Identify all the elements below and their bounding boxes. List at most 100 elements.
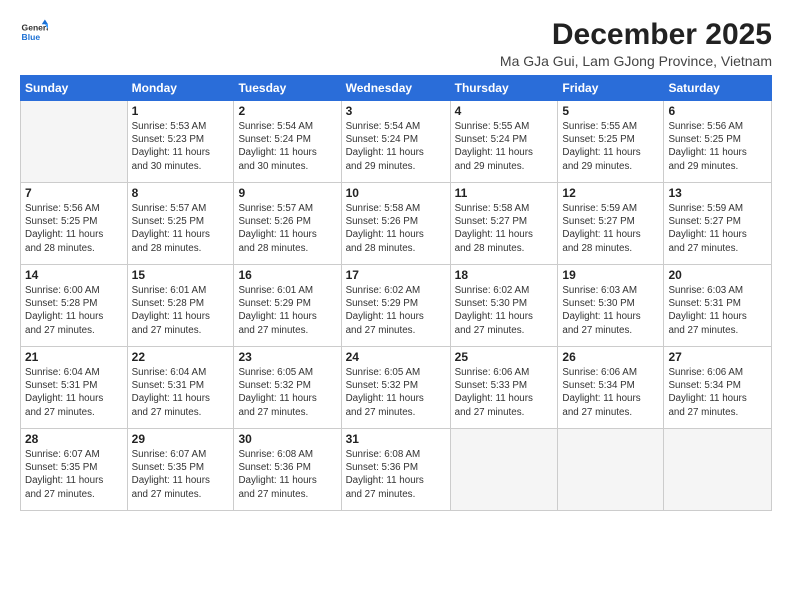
calendar-cell: 19 Sunrise: 6:03 AMSunset: 5:30 PMDayligh… — [558, 265, 664, 347]
logo-icon: General Blue — [20, 18, 48, 46]
calendar-cell: 3 Sunrise: 5:54 AMSunset: 5:24 PMDaylight… — [341, 101, 450, 183]
calendar-cell: 13 Sunrise: 5:59 AMSunset: 5:27 PMDayligh… — [664, 183, 772, 265]
day-info: Sunrise: 6:01 AMSunset: 5:28 PMDaylight:… — [132, 284, 230, 337]
day-number: 9 — [238, 186, 336, 200]
calendar-cell: 29 Sunrise: 6:07 AMSunset: 5:35 PMDayligh… — [127, 429, 234, 511]
calendar-cell: 4Sunrise: 5:55 AMSunset: 5:24 PMDaylight… — [450, 101, 558, 183]
calendar-cell: 23 Sunrise: 6:05 AMSunset: 5:32 PMDayligh… — [234, 347, 341, 429]
week-row-3: 14 Sunrise: 6:00 AMSunset: 5:28 PMDayligh… — [21, 265, 772, 347]
calendar-table: Sunday Monday Tuesday Wednesday Thursday… — [20, 75, 772, 511]
day-info: Sunrise: 5:57 AMSunset: 5:25 PMDaylight:… — [132, 202, 230, 255]
day-number: 1 — [132, 104, 230, 118]
calendar-cell: 25 Sunrise: 6:06 AMSunset: 5:33 PMDayligh… — [450, 347, 558, 429]
calendar-cell: 1 Sunrise: 5:53 AMSunset: 5:23 PMDaylight… — [127, 101, 234, 183]
day-info: Sunrise: 6:02 AMSunset: 5:29 PMDaylight:… — [346, 284, 446, 337]
col-saturday: Saturday — [664, 76, 772, 101]
day-info: Sunrise: 5:58 AMSunset: 5:26 PMDaylight:… — [346, 202, 446, 255]
calendar-header-row: Sunday Monday Tuesday Wednesday Thursday… — [21, 76, 772, 101]
calendar-cell — [21, 101, 128, 183]
day-info: Sunrise: 5:54 AMSunset: 5:24 PMDaylight:… — [346, 120, 446, 173]
day-number: 27 — [668, 350, 767, 364]
day-info: Sunrise: 5:59 AMSunset: 5:27 PMDaylight:… — [562, 202, 659, 255]
week-row-1: 1 Sunrise: 5:53 AMSunset: 5:23 PMDaylight… — [21, 101, 772, 183]
day-number: 30 — [238, 432, 336, 446]
main-title: December 2025 — [500, 18, 772, 51]
calendar-cell: 20 Sunrise: 6:03 AMSunset: 5:31 PMDayligh… — [664, 265, 772, 347]
col-monday: Monday — [127, 76, 234, 101]
calendar-cell: 8 Sunrise: 5:57 AMSunset: 5:25 PMDaylight… — [127, 183, 234, 265]
day-number: 20 — [668, 268, 767, 282]
calendar-cell — [664, 429, 772, 511]
day-number: 8 — [132, 186, 230, 200]
calendar-cell: 9 Sunrise: 5:57 AMSunset: 5:26 PMDaylight… — [234, 183, 341, 265]
calendar-cell: 14 Sunrise: 6:00 AMSunset: 5:28 PMDayligh… — [21, 265, 128, 347]
day-number: 2 — [238, 104, 336, 118]
col-thursday: Thursday — [450, 76, 558, 101]
calendar-cell: 28 Sunrise: 6:07 AMSunset: 5:35 PMDayligh… — [21, 429, 128, 511]
calendar-cell: 31 Sunrise: 6:08 AMSunset: 5:36 PMDayligh… — [341, 429, 450, 511]
day-number: 29 — [132, 432, 230, 446]
day-number: 10 — [346, 186, 446, 200]
week-row-5: 28 Sunrise: 6:07 AMSunset: 5:35 PMDayligh… — [21, 429, 772, 511]
day-info: Sunrise: 6:03 AMSunset: 5:30 PMDaylight:… — [562, 284, 659, 337]
day-number: 13 — [668, 186, 767, 200]
header: General Blue December 2025 Ma GJa Gui, L… — [20, 18, 772, 69]
calendar-cell: 30 Sunrise: 6:08 AMSunset: 5:36 PMDayligh… — [234, 429, 341, 511]
week-row-4: 21Sunrise: 6:04 AMSunset: 5:31 PMDayligh… — [21, 347, 772, 429]
day-number: 28 — [25, 432, 123, 446]
page: General Blue December 2025 Ma GJa Gui, L… — [0, 0, 792, 521]
calendar-cell: 21Sunrise: 6:04 AMSunset: 5:31 PMDayligh… — [21, 347, 128, 429]
day-number: 3 — [346, 104, 446, 118]
day-info: Sunrise: 6:06 AMSunset: 5:34 PMDaylight:… — [562, 366, 659, 419]
day-number: 16 — [238, 268, 336, 282]
day-info: Sunrise: 6:00 AMSunset: 5:28 PMDaylight:… — [25, 284, 123, 337]
day-number: 19 — [562, 268, 659, 282]
day-info: Sunrise: 6:05 AMSunset: 5:32 PMDaylight:… — [238, 366, 336, 419]
calendar-cell: 18 Sunrise: 6:02 AMSunset: 5:30 PMDayligh… — [450, 265, 558, 347]
calendar-cell — [558, 429, 664, 511]
day-info: Sunrise: 5:59 AMSunset: 5:27 PMDaylight:… — [668, 202, 767, 255]
calendar-cell: 7Sunrise: 5:56 AMSunset: 5:25 PMDaylight… — [21, 183, 128, 265]
day-info: Sunrise: 5:57 AMSunset: 5:26 PMDaylight:… — [238, 202, 336, 255]
day-number: 15 — [132, 268, 230, 282]
calendar-cell — [450, 429, 558, 511]
calendar-cell: 12Sunrise: 5:59 AMSunset: 5:27 PMDayligh… — [558, 183, 664, 265]
day-info: Sunrise: 6:07 AMSunset: 5:35 PMDaylight:… — [132, 448, 230, 501]
day-number: 23 — [238, 350, 336, 364]
day-info: Sunrise: 6:08 AMSunset: 5:36 PMDaylight:… — [238, 448, 336, 501]
day-info: Sunrise: 6:02 AMSunset: 5:30 PMDaylight:… — [455, 284, 554, 337]
day-info: Sunrise: 6:01 AMSunset: 5:29 PMDaylight:… — [238, 284, 336, 337]
col-wednesday: Wednesday — [341, 76, 450, 101]
day-info: Sunrise: 5:58 AMSunset: 5:27 PMDaylight:… — [455, 202, 554, 255]
day-number: 31 — [346, 432, 446, 446]
day-info: Sunrise: 6:03 AMSunset: 5:31 PMDaylight:… — [668, 284, 767, 337]
day-number: 22 — [132, 350, 230, 364]
calendar-cell: 11 Sunrise: 5:58 AMSunset: 5:27 PMDayligh… — [450, 183, 558, 265]
calendar-cell: 22 Sunrise: 6:04 AMSunset: 5:31 PMDayligh… — [127, 347, 234, 429]
day-info: Sunrise: 6:07 AMSunset: 5:35 PMDaylight:… — [25, 448, 123, 501]
week-row-2: 7Sunrise: 5:56 AMSunset: 5:25 PMDaylight… — [21, 183, 772, 265]
day-number: 5 — [562, 104, 659, 118]
day-number: 24 — [346, 350, 446, 364]
day-info: Sunrise: 5:54 AMSunset: 5:24 PMDaylight:… — [238, 120, 336, 173]
calendar-cell: 27Sunrise: 6:06 AMSunset: 5:34 PMDayligh… — [664, 347, 772, 429]
col-sunday: Sunday — [21, 76, 128, 101]
calendar-cell: 17Sunrise: 6:02 AMSunset: 5:29 PMDayligh… — [341, 265, 450, 347]
calendar-cell: 6Sunrise: 5:56 AMSunset: 5:25 PMDaylight… — [664, 101, 772, 183]
calendar-cell: 2 Sunrise: 5:54 AMSunset: 5:24 PMDaylight… — [234, 101, 341, 183]
day-number: 11 — [455, 186, 554, 200]
col-friday: Friday — [558, 76, 664, 101]
day-number: 26 — [562, 350, 659, 364]
day-number: 18 — [455, 268, 554, 282]
day-number: 6 — [668, 104, 767, 118]
calendar-cell: 26 Sunrise: 6:06 AMSunset: 5:34 PMDayligh… — [558, 347, 664, 429]
day-info: Sunrise: 5:55 AMSunset: 5:24 PMDaylight:… — [455, 120, 554, 173]
day-number: 25 — [455, 350, 554, 364]
day-info: Sunrise: 6:04 AMSunset: 5:31 PMDaylight:… — [132, 366, 230, 419]
day-info: Sunrise: 6:06 AMSunset: 5:33 PMDaylight:… — [455, 366, 554, 419]
day-info: Sunrise: 6:05 AMSunset: 5:32 PMDaylight:… — [346, 366, 446, 419]
day-info: Sunrise: 5:53 AMSunset: 5:23 PMDaylight:… — [132, 120, 230, 173]
day-info: Sunrise: 6:08 AMSunset: 5:36 PMDaylight:… — [346, 448, 446, 501]
day-number: 14 — [25, 268, 123, 282]
day-info: Sunrise: 5:55 AMSunset: 5:25 PMDaylight:… — [562, 120, 659, 173]
